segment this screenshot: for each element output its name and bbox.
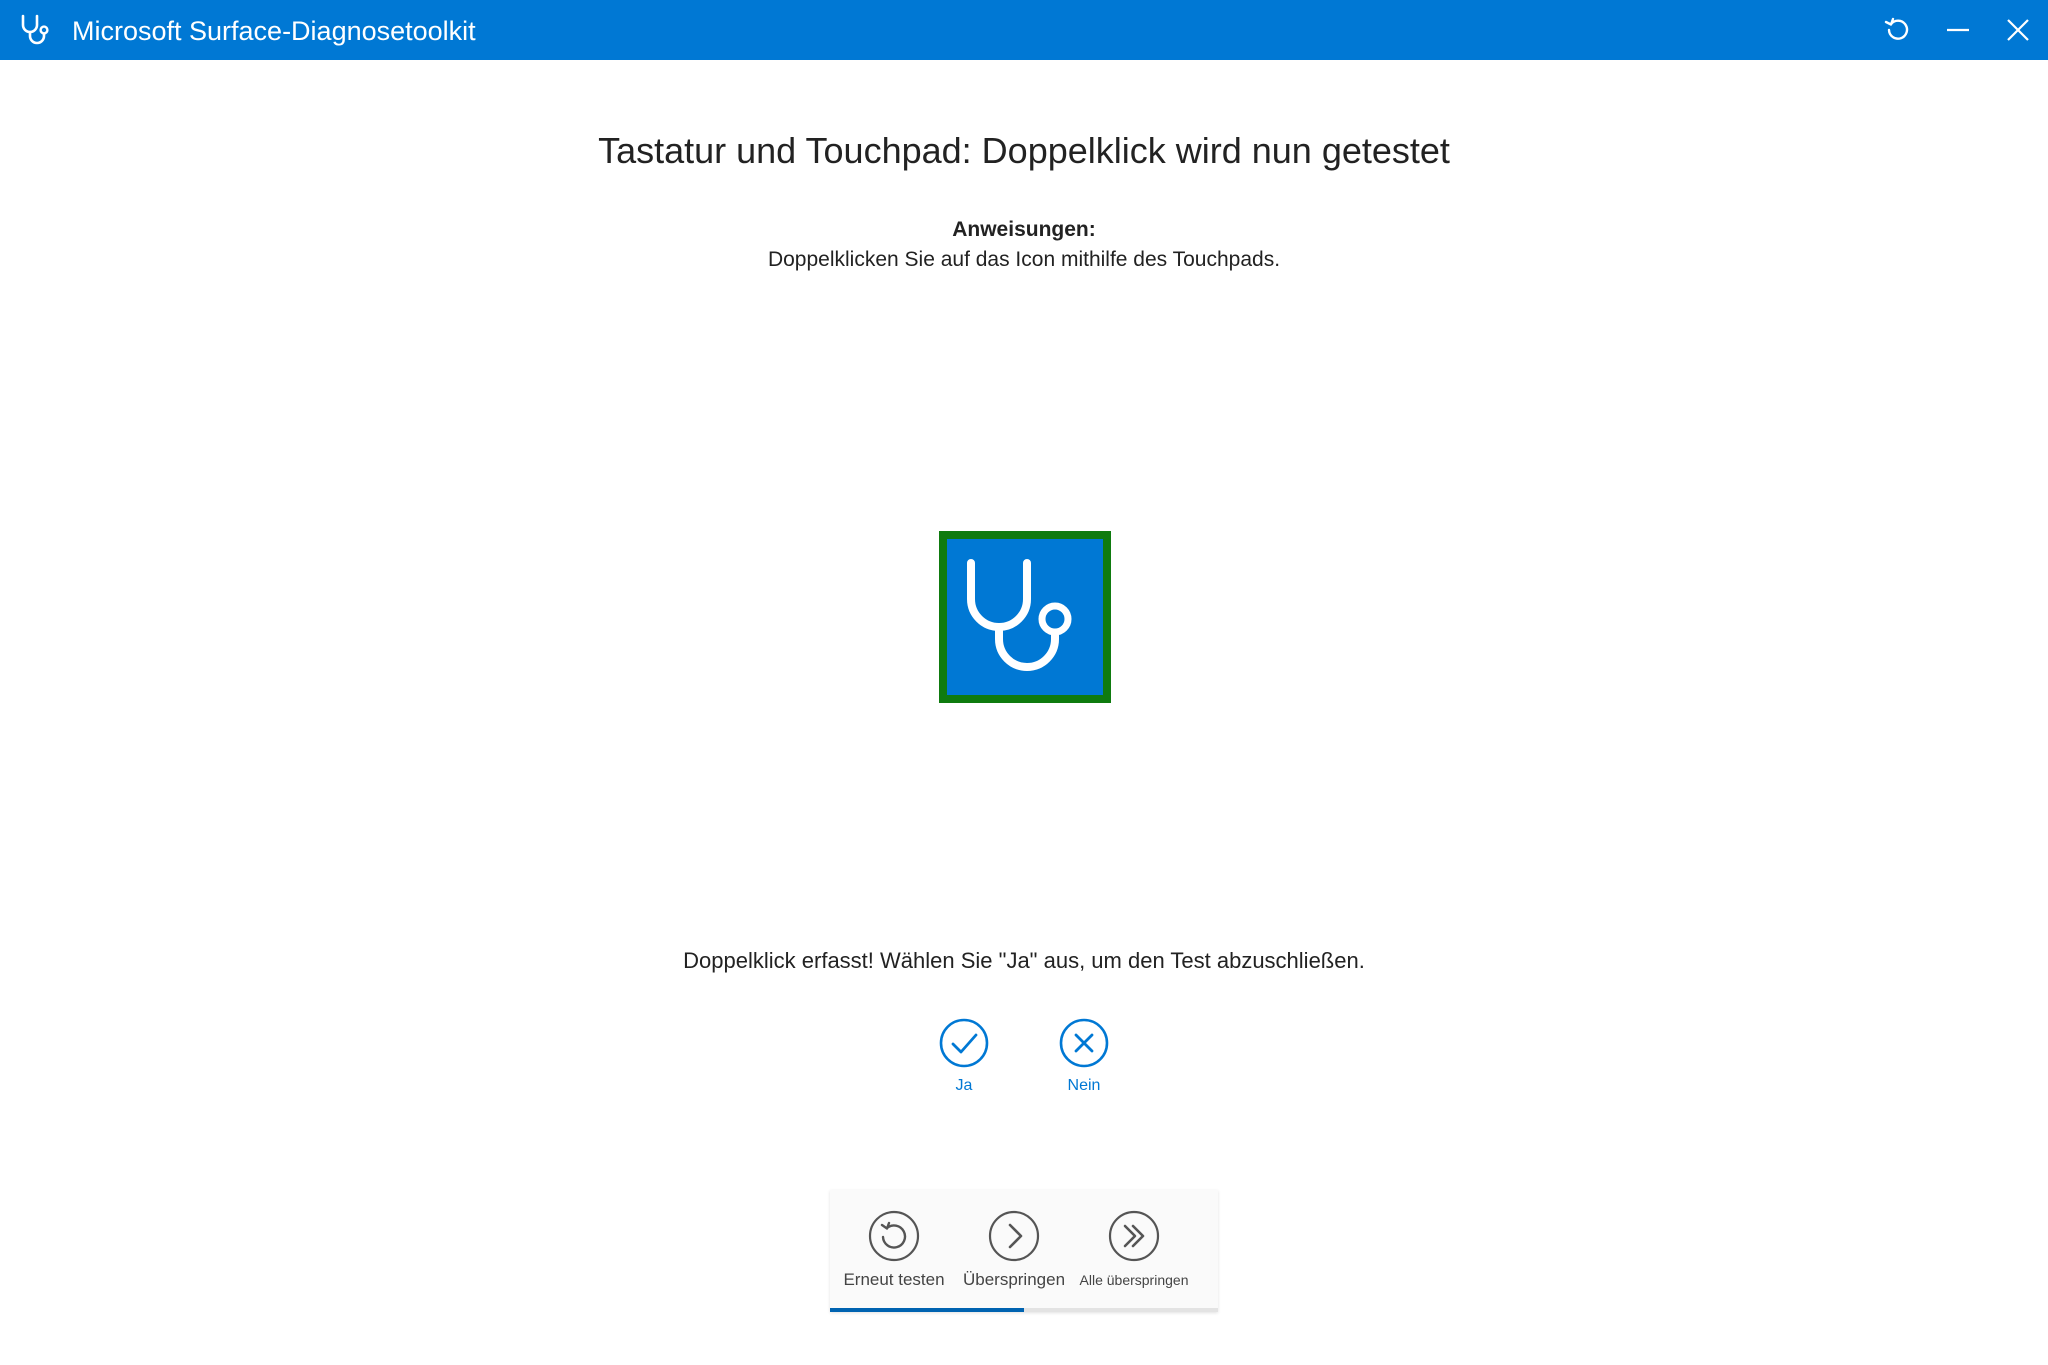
minimize-icon [1947, 28, 1969, 32]
skip-all-button[interactable]: Alle überspringen [1074, 1190, 1194, 1308]
test-toolbar: Erneut testen Überspringen Alle überspri… [830, 1190, 1218, 1312]
close-button[interactable] [1988, 0, 2048, 60]
chevron-right-circle-icon [988, 1210, 1040, 1262]
retry-label: Erneut testen [843, 1270, 945, 1289]
minimize-button[interactable] [1928, 0, 1988, 60]
refresh-button[interactable] [1868, 0, 1928, 60]
status-message: Doppelklick erfasst! Wählen Sie "Ja" aus… [683, 948, 1365, 973]
skip-button[interactable]: Überspringen [954, 1190, 1074, 1308]
retry-icon [868, 1210, 920, 1262]
stethoscope-icon [21, 14, 49, 45]
checkmark-circle-icon [939, 1018, 989, 1068]
target-icon-background [947, 539, 1103, 695]
progress-fill [830, 1308, 1024, 1312]
instructions-heading: Anweisungen: [952, 218, 1096, 241]
no-label: Nein [1067, 1077, 1101, 1094]
skip-label: Überspringen [962, 1270, 1066, 1289]
stethoscope-icon [967, 559, 1072, 671]
close-icon [2007, 19, 2029, 41]
cross-circle-icon [1059, 1018, 1109, 1068]
retry-button[interactable]: Erneut testen [834, 1190, 954, 1308]
no-button[interactable]: Nein [1039, 1018, 1129, 1102]
refresh-icon [1884, 17, 1909, 40]
skip-all-label: Alle überspringen [1079, 1272, 1189, 1288]
title-bar: Microsoft Surface-Diagnosetoolkit [0, 0, 2048, 60]
yes-label: Ja [955, 1077, 973, 1094]
progress-bar [830, 1308, 1218, 1312]
page-title: Tastatur und Touchpad: Doppelklick wird … [598, 130, 1450, 171]
double-chevron-right-circle-icon [1108, 1210, 1160, 1262]
instructions-text: Doppelklicken Sie auf das Icon mithilfe … [767, 248, 1281, 271]
double-click-target[interactable] [939, 531, 1111, 703]
yes-button[interactable]: Ja [919, 1018, 1009, 1102]
window-title: Microsoft Surface-Diagnosetoolkit [72, 16, 476, 46]
